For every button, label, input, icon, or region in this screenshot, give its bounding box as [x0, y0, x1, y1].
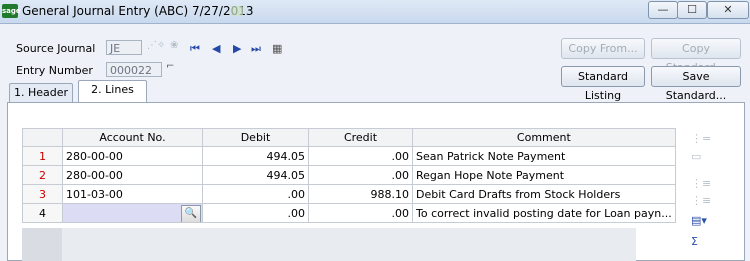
- column-header-account[interactable]: Account No.: [62, 128, 203, 147]
- row-number-header: [22, 128, 63, 147]
- tab-header[interactable]: 1. Header: [9, 83, 73, 102]
- lookup-button[interactable]: 🔍: [181, 205, 201, 222]
- table-row[interactable]: 3 101-03-00 .00 988.10 Debit Card Drafts…: [22, 184, 676, 204]
- calendar-icon[interactable]: ▦: [272, 42, 282, 55]
- row-number: 1: [22, 146, 63, 166]
- column-header-credit[interactable]: Credit: [308, 128, 413, 147]
- last-record-icon[interactable]: ⏭: [251, 42, 261, 56]
- customize-grid-icon[interactable]: ▤▾: [691, 214, 707, 227]
- source-journal-field[interactable]: JE: [106, 40, 142, 55]
- grid-empty-area: [22, 228, 636, 261]
- grid-header-row: Account No. Debit Credit Comment: [22, 128, 676, 147]
- copy-from-button[interactable]: Copy From...: [561, 38, 645, 59]
- debit-cell[interactable]: .00: [202, 184, 309, 204]
- column-header-comment[interactable]: Comment: [412, 128, 676, 147]
- save-standard-button[interactable]: Save Standard...: [651, 66, 741, 102]
- debit-cell[interactable]: 494.05: [202, 165, 309, 185]
- comment-cell[interactable]: Debit Card Drafts from Stock Holders: [412, 184, 676, 204]
- next-record-icon[interactable]: ▶: [233, 42, 241, 55]
- credit-cell[interactable]: .00: [308, 146, 413, 166]
- row-number: 4: [22, 203, 63, 223]
- column-header-debit[interactable]: Debit: [202, 128, 309, 147]
- sage-logo-icon: sage: [2, 4, 21, 18]
- credit-cell[interactable]: .00: [308, 203, 413, 223]
- ghost-icon: [231, 6, 243, 16]
- debit-cell[interactable]: .00: [202, 203, 309, 223]
- first-record-icon[interactable]: ⏮: [190, 42, 200, 56]
- delete-line-icon[interactable]: ▭: [691, 150, 701, 163]
- lines-grid: Account No. Debit Credit Comment 1 280-0…: [22, 128, 676, 223]
- window-title: General Journal Entry (ABC) 7/27/2013: [22, 4, 254, 18]
- entry-number-label: Entry Number: [16, 64, 93, 77]
- copy-standard-button[interactable]: Copy Standard...: [651, 38, 741, 74]
- credit-cell[interactable]: .00: [308, 165, 413, 185]
- comment-cell[interactable]: Sean Patrick Note Payment: [412, 146, 676, 166]
- entry-number-field[interactable]: 000022: [106, 62, 162, 77]
- comment-cell[interactable]: To correct invalid posting date for Loan…: [412, 203, 676, 223]
- credit-cell[interactable]: 988.10: [308, 184, 413, 204]
- totals-icon[interactable]: Σ: [691, 235, 698, 248]
- row-number: 3: [22, 184, 63, 204]
- refresh-icon: ❀: [170, 40, 179, 51]
- account-cell[interactable]: 280-00-00: [62, 165, 203, 185]
- insert-line-icon[interactable]: ⋮=: [691, 132, 711, 145]
- wand-icon: ✧: [157, 40, 166, 51]
- title-bar: sage General Journal Entry (ABC) 7/27/20…: [0, 0, 750, 24]
- table-row[interactable]: 1 280-00-00 494.05 .00 Sean Patrick Note…: [22, 146, 676, 166]
- magnifier-icon: 🔍: [184, 208, 198, 219]
- next-number-icon[interactable]: ⌐: [166, 61, 174, 72]
- account-cell[interactable]: 101-03-00: [62, 184, 203, 204]
- row-number: 2: [22, 165, 63, 185]
- grid-row-header-area: [22, 228, 62, 261]
- debit-cell[interactable]: 494.05: [202, 146, 309, 166]
- source-journal-label: Source Journal: [16, 42, 96, 55]
- maximize-button[interactable]: ☐: [677, 1, 707, 19]
- standard-listing-button[interactable]: Standard Listing: [561, 66, 645, 102]
- account-input-cell[interactable]: 🔍: [62, 203, 203, 223]
- move-down-icon[interactable]: ⋮≡: [691, 194, 711, 207]
- move-up-icon[interactable]: ⋮≡: [691, 177, 711, 190]
- table-row[interactable]: 2 280-00-00 494.05 .00 Regan Hope Note P…: [22, 165, 676, 185]
- tab-lines[interactable]: 2. Lines: [78, 80, 147, 103]
- table-row-current[interactable]: 4 🔍 .00 .00 To correct invalid posting d…: [22, 203, 676, 223]
- account-cell[interactable]: 280-00-00: [62, 146, 203, 166]
- comment-cell[interactable]: Regan Hope Note Payment: [412, 165, 676, 185]
- close-button[interactable]: ✕: [707, 1, 749, 19]
- lookup-icon: ⋰: [147, 40, 157, 51]
- minimize-button[interactable]: —: [648, 1, 678, 19]
- previous-record-icon[interactable]: ◀: [212, 42, 220, 55]
